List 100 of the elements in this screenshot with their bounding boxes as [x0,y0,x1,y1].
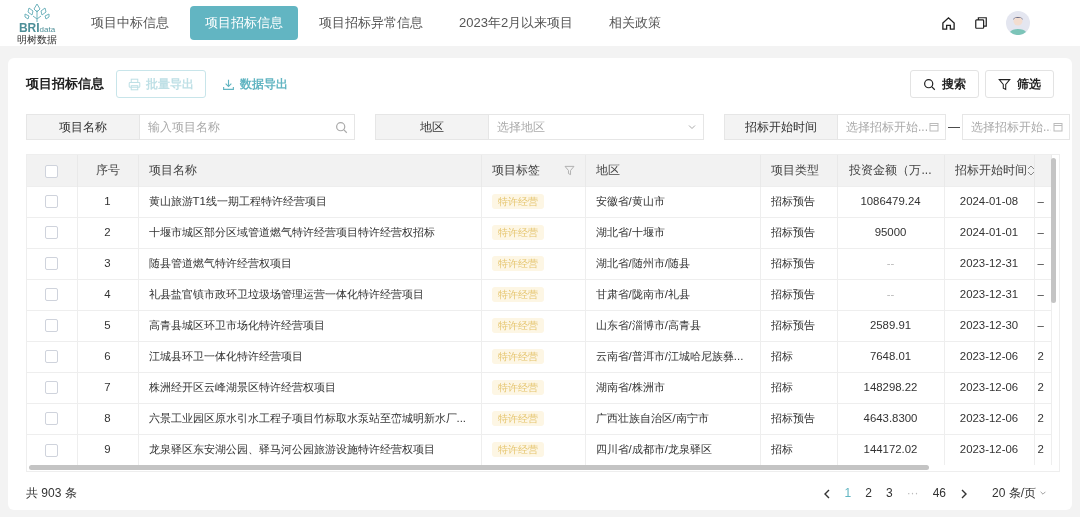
table-cell: -- [886,287,895,300]
avatar[interactable] [1006,11,1030,35]
filter-button[interactable]: 筛选 [985,70,1054,98]
table-cell: 1086479.24 [860,194,921,207]
horizontal-scrollbar[interactable] [29,465,929,470]
table-cell: 2 [1037,411,1044,424]
panel-title: 项目招标信息 [26,75,104,94]
filter-label: 项目名称 [26,114,140,140]
table-cell: 四川省/成都市/龙泉驿区 [595,443,712,456]
table-cell: 十堰市城区部分区域管道燃气特许经营项目特许经营权招标 [148,225,435,238]
calendar-icon [1053,122,1063,132]
table-cell: 广西壮族自治区/南宁市 [595,411,709,424]
table-cell: 6 [104,349,111,362]
table-cell: -- [886,256,895,269]
row-checkbox[interactable] [45,226,59,240]
table-cell: 2023-12-06 [959,380,1019,393]
row-checkbox[interactable] [45,443,59,457]
table-cell: 144172.02 [863,443,918,456]
tag-label: 特许经营 [491,348,544,364]
row-checkbox[interactable] [45,412,59,426]
chevron-left-icon [822,488,831,499]
table-cell: 招标 [770,380,793,393]
table-cell: 招标预告 [770,287,815,300]
table-cell: 4643.8300 [863,411,918,424]
table-cell: 云南省/普洱市/江城哈尼族彝... [595,349,744,362]
table-cell: 2023-12-30 [959,318,1019,331]
table-cell: 2024-01-08 [959,194,1019,207]
table-cell: 高青县城区环卫市场化特许经营项目 [148,318,325,331]
region-select[interactable]: 选择地区 [495,117,687,137]
table-cell: 2589.91 [869,318,912,331]
tag-label: 特许经营 [491,224,544,240]
page-button[interactable]: 2 [858,484,879,502]
row-checkbox[interactable] [45,195,59,209]
date-box[interactable]: 选择招标开始... [838,114,946,140]
tag-label: 特许经营 [491,255,544,271]
table-cell: 3 [104,256,111,269]
table-cell: 7 [104,380,111,393]
tag-label: 特许经营 [491,286,544,302]
tag-label: 特许经营 [491,317,544,333]
vertical-scrollbar[interactable] [1051,158,1056,303]
filter-icon[interactable] [563,164,575,176]
column-header: 投资金额（万... [849,163,932,178]
chevron-down-icon [1039,489,1047,497]
table-cell: 5 [104,318,111,331]
table-cell: 黄山旅游T1线一期工程特许经营项目 [148,194,327,207]
nav-tab[interactable]: 项目中标信息 [76,6,184,40]
download-icon [222,77,235,91]
table-cell: 江城县环卫一体化特许经营项目 [148,349,303,362]
table-cell: 招标预告 [770,318,815,331]
page-size-select[interactable]: 20 条/页 [985,484,1054,502]
page-button[interactable]: 3 [878,484,900,502]
row-checkbox[interactable] [45,319,59,333]
date-field[interactable]: 选择招标开始... [844,117,929,137]
table-cell: 2023-12-31 [959,256,1019,269]
table-cell: – [1037,225,1044,238]
name-search-field[interactable]: 输入项目名称 [146,117,335,137]
row-checkbox[interactable] [45,381,59,395]
home-icon[interactable] [941,15,956,31]
table-cell: 2023-12-31 [959,287,1019,300]
table-cell: 湖北省/随州市/随县 [595,256,690,269]
tag-label: 特许经营 [491,410,544,426]
chevron-right-icon [960,488,968,499]
tag-label: 特许经营 [491,379,544,395]
calendar-icon [929,122,939,132]
table-cell: 8 [104,411,111,424]
select-all-checkbox[interactable] [45,164,59,178]
table-cell: 7648.01 [869,349,912,362]
search-box[interactable]: 输入项目名称 [140,114,355,140]
sort-icon[interactable] [1026,164,1035,176]
tree-logo-icon [22,1,52,22]
nav-tab[interactable]: 项目招标异常信息 [304,6,438,40]
table-cell: 招标预告 [770,411,815,424]
windows-icon[interactable] [974,16,988,30]
table-cell: 9 [104,443,111,456]
search-button[interactable]: 搜索 [910,70,979,98]
table-cell: 2023-12-06 [959,411,1019,424]
range-separator: — [947,119,961,136]
row-checkbox[interactable] [45,257,59,271]
date-field[interactable]: 选择招标开始... [969,117,1053,137]
table-cell: 株洲经开区云峰湖景区特许经营权项目 [148,380,336,393]
nav-tab[interactable]: 2023年2月以来项目 [444,6,589,40]
filter-label: 招标开始时间 [724,114,838,140]
table-cell: – [1037,256,1044,269]
select-box[interactable]: 选择地区 [489,114,704,140]
table-cell: 2023-12-06 [959,349,1019,362]
total-count: 共 903 条 [26,485,77,502]
column-header: 序号 [95,163,120,178]
row-checkbox[interactable] [45,288,59,302]
page-button[interactable]: 46 [925,484,953,502]
table-cell: 招标 [770,349,793,362]
table-cell: 礼县盐官镇市政环卫垃圾场管理运营一体化特许经营项目 [148,287,424,300]
table-cell: 安徽省/黄山市 [595,194,665,207]
table-cell: 2 [1037,443,1044,456]
nav-tab[interactable]: 相关政策 [594,6,677,40]
table-cell: 2023-12-06 [959,443,1019,456]
printer-icon [128,77,141,91]
table-cell: 招标预告 [770,256,815,269]
row-checkbox[interactable] [45,350,59,364]
date-box[interactable]: 选择招标开始... [962,114,1070,140]
table-cell: 招标 [770,443,793,456]
